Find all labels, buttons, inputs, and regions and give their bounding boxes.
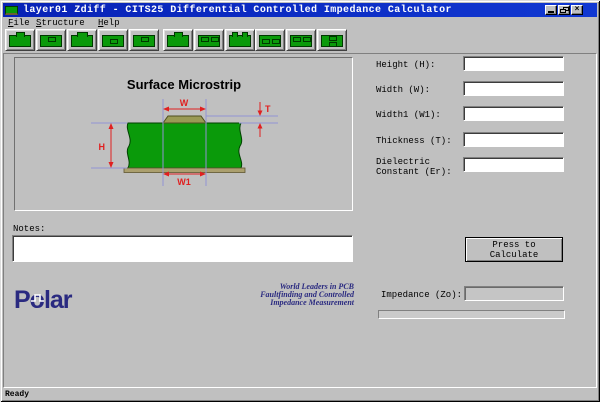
impedance-result-field bbox=[464, 286, 564, 301]
status-bar: Ready bbox=[3, 389, 597, 399]
toolbar-button-diff-embedded-microstrip[interactable] bbox=[194, 29, 224, 51]
notes-textarea[interactable] bbox=[12, 235, 353, 262]
dielectric-constant-label: Dielectric Constant (Er): bbox=[376, 157, 452, 177]
trace-shape bbox=[163, 116, 206, 123]
thickness-label: Thickness (T): bbox=[376, 136, 452, 146]
brand-tagline: World Leaders in PCB Faultfinding and Co… bbox=[219, 283, 354, 306]
app-window: { "window": { "title": "layer01 Zdiff - … bbox=[0, 0, 600, 402]
window-controls: × bbox=[545, 5, 583, 15]
toolbar-button-diff-surface-microstrip[interactable] bbox=[163, 29, 193, 51]
status-text: Ready bbox=[5, 390, 29, 399]
polar-logo-text: Polar bbox=[14, 288, 73, 312]
width1-label: Width1 (W1): bbox=[376, 110, 441, 120]
restore-icon bbox=[560, 7, 569, 13]
menu-structure[interactable]: Structure bbox=[36, 18, 85, 28]
width-label: Width (W): bbox=[376, 85, 430, 95]
width-input[interactable] bbox=[463, 81, 564, 96]
menu-file[interactable]: File bbox=[8, 18, 30, 28]
polar-logo: Polar bbox=[14, 288, 90, 312]
toolbar-button-broadside-coupled-stripline[interactable] bbox=[317, 29, 347, 51]
toolbar-button-diff-offset-stripline[interactable] bbox=[286, 29, 316, 51]
toolbar-button-diff-coated-microstrip[interactable] bbox=[225, 29, 255, 51]
window-title: layer01 Zdiff - CITS25 Differential Cont… bbox=[23, 5, 452, 16]
toolbar-button-surface-microstrip[interactable] bbox=[5, 29, 35, 51]
structure-diagram: Surface Microstrip bbox=[15, 58, 352, 210]
app-icon bbox=[5, 6, 18, 15]
thickness-input[interactable] bbox=[463, 132, 564, 147]
menu-help[interactable]: Help bbox=[98, 18, 120, 28]
minimize-button[interactable] bbox=[545, 5, 557, 15]
height-input[interactable] bbox=[463, 56, 564, 71]
impedance-label: Impedance (Zo): bbox=[381, 290, 462, 300]
dimension-label-h: H bbox=[99, 142, 106, 152]
minimize-icon bbox=[548, 11, 554, 13]
width1-input[interactable] bbox=[463, 106, 564, 121]
progress-bar bbox=[378, 310, 565, 319]
notes-label: Notes: bbox=[13, 224, 45, 234]
toolbar-button-stripline[interactable] bbox=[98, 29, 128, 51]
substrate-shape bbox=[127, 123, 241, 168]
ground-plane bbox=[124, 168, 245, 173]
toolbar-button-embedded-microstrip[interactable] bbox=[67, 29, 97, 51]
height-label: Height (H): bbox=[376, 60, 435, 70]
restore-button[interactable] bbox=[558, 5, 570, 15]
toolbar-button-diff-stripline[interactable] bbox=[255, 29, 285, 51]
toolbar-button-coated-microstrip[interactable] bbox=[36, 29, 66, 51]
title-bar[interactable]: layer01 Zdiff - CITS25 Differential Cont… bbox=[3, 3, 597, 17]
dimension-label-w: W bbox=[180, 98, 189, 108]
calculate-button[interactable]: Press to Calculate bbox=[465, 237, 563, 262]
structure-toolbar bbox=[3, 28, 597, 53]
dielectric-constant-input[interactable] bbox=[463, 157, 564, 172]
dimension-label-t: T bbox=[265, 104, 271, 114]
close-button[interactable]: × bbox=[571, 5, 583, 15]
diagram-title: Surface Microstrip bbox=[127, 77, 241, 92]
diagram-panel: Surface Microstrip bbox=[14, 57, 353, 211]
dimension-label-w1: W1 bbox=[177, 177, 191, 187]
toolbar-button-offset-stripline[interactable] bbox=[129, 29, 159, 51]
